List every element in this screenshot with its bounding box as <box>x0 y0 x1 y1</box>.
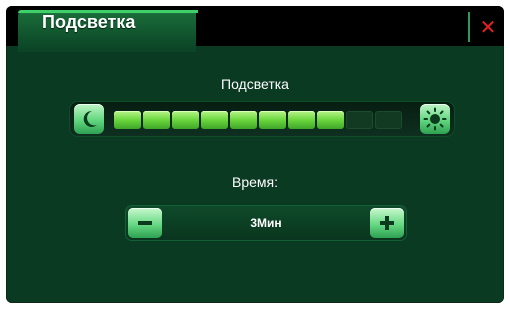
brightness-segment[interactable] <box>172 111 199 129</box>
brightness-decrease-button[interactable] <box>74 104 104 134</box>
brightness-segment[interactable] <box>259 111 286 129</box>
backlight-settings-window: Подсветка ✕ Подсветка Время: 3Мин <box>6 6 504 303</box>
minus-icon <box>138 221 152 225</box>
time-stepper[interactable]: 3Мин <box>126 206 406 240</box>
time-value: 3Мин <box>250 216 282 230</box>
brightness-segment[interactable] <box>317 111 344 129</box>
brightness-segment[interactable] <box>230 111 257 129</box>
sun-icon <box>423 107 447 131</box>
brightness-slider[interactable] <box>70 102 454 136</box>
brightness-segment[interactable] <box>143 111 170 129</box>
brightness-level-bar <box>114 111 402 129</box>
brightness-segment[interactable] <box>288 111 315 129</box>
close-icon: ✕ <box>479 16 497 39</box>
brightness-increase-button[interactable] <box>420 104 450 134</box>
brightness-segment[interactable] <box>201 111 228 129</box>
moon-icon <box>83 110 97 127</box>
time-increase-button[interactable] <box>370 208 404 238</box>
brightness-segment[interactable] <box>375 111 402 129</box>
plus-icon <box>380 216 394 230</box>
close-button[interactable]: ✕ <box>476 14 500 40</box>
brightness-segment[interactable] <box>114 111 141 129</box>
time-label: Время: <box>231 174 278 190</box>
brightness-segment[interactable] <box>346 111 373 129</box>
page-title: Подсветка <box>42 12 136 32</box>
time-decrease-button[interactable] <box>128 208 162 238</box>
brightness-label: Подсветка <box>221 76 289 92</box>
close-divider <box>468 12 470 42</box>
